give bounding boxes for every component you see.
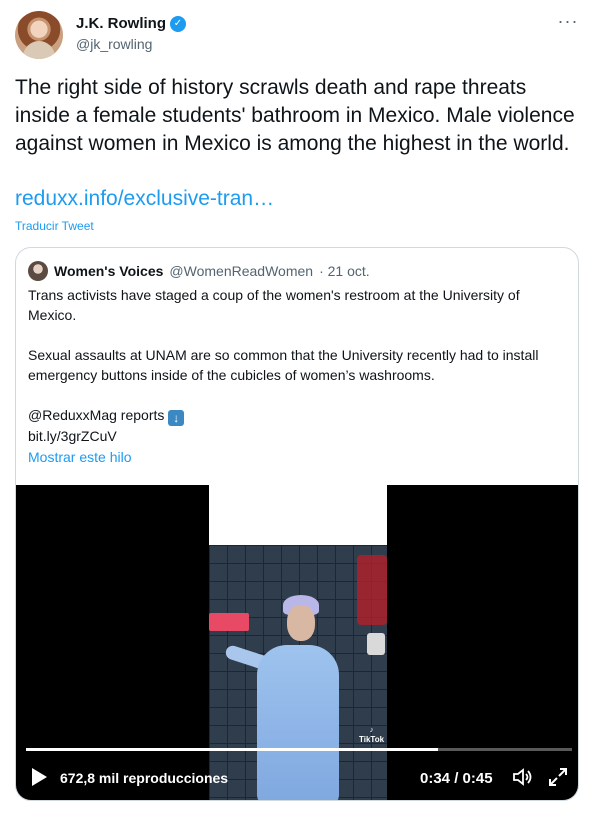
wall-sign xyxy=(209,613,249,631)
soap-dispenser xyxy=(367,633,385,655)
quoted-short-link[interactable]: bit.ly/3grZCuV xyxy=(28,426,568,446)
quoted-reports-text: @ReduxxMag reports xyxy=(28,407,165,423)
quoted-author-name[interactable]: Women's Voices xyxy=(54,263,163,279)
more-options-icon[interactable]: ··· xyxy=(556,12,580,34)
video-player[interactable]: ♪ TikTok 672,8 mil reproducciones 0:34 / … xyxy=(16,485,578,800)
video-progress-fill xyxy=(26,748,439,751)
quoted-author-handle[interactable]: @WomenReadWomen xyxy=(169,263,313,279)
quoted-tweet-card[interactable]: Women's Voices @WomenReadWomen · 21 oct.… xyxy=(15,247,579,801)
author-avatar[interactable] xyxy=(15,11,63,59)
quoted-tweet-header: Women's Voices @WomenReadWomen · 21 oct. xyxy=(28,261,370,281)
show-thread-link[interactable]: Mostrar este hilo xyxy=(28,449,131,465)
down-arrow-icon: ↓ xyxy=(168,410,185,426)
video-progress-bar[interactable] xyxy=(26,748,572,751)
quoted-paragraph-1: Trans activists have staged a coup of th… xyxy=(28,287,520,323)
person-dress xyxy=(257,645,339,800)
quoted-tweet-body: Trans activists have staged a coup of th… xyxy=(28,285,568,446)
quoted-tweet-date[interactable]: · 21 oct. xyxy=(319,263,370,279)
volume-icon[interactable] xyxy=(512,767,532,787)
play-icon[interactable] xyxy=(30,767,48,787)
tweet-text: The right side of history scrawls death … xyxy=(15,76,575,155)
translate-tweet-link[interactable]: Traducir Tweet xyxy=(15,219,94,233)
tiktok-watermark: ♪ TikTok xyxy=(359,725,385,744)
quoted-author-avatar[interactable] xyxy=(28,261,48,281)
tweet-link[interactable]: reduxx.info/exclusive-tran… xyxy=(15,187,274,211)
author-name[interactable]: J.K. Rowling xyxy=(76,15,166,32)
quoted-paragraph-2: Sexual assaults at UNAM are so common th… xyxy=(28,347,539,383)
author-name-row[interactable]: J.K. Rowling ✓ xyxy=(76,15,186,32)
quoted-reports-line: @ReduxxMag reports ↓ xyxy=(28,405,568,426)
verified-badge-icon: ✓ xyxy=(170,15,186,32)
author-handle[interactable]: @jk_rowling xyxy=(76,36,152,52)
graffiti-mark xyxy=(357,555,387,625)
video-frame: ♪ TikTok xyxy=(209,485,387,800)
view-count: 672,8 mil reproducciones xyxy=(60,770,229,786)
video-time: 0:34 / 0:45 xyxy=(420,770,493,787)
person-head xyxy=(287,605,315,641)
expand-icon[interactable] xyxy=(548,767,568,787)
